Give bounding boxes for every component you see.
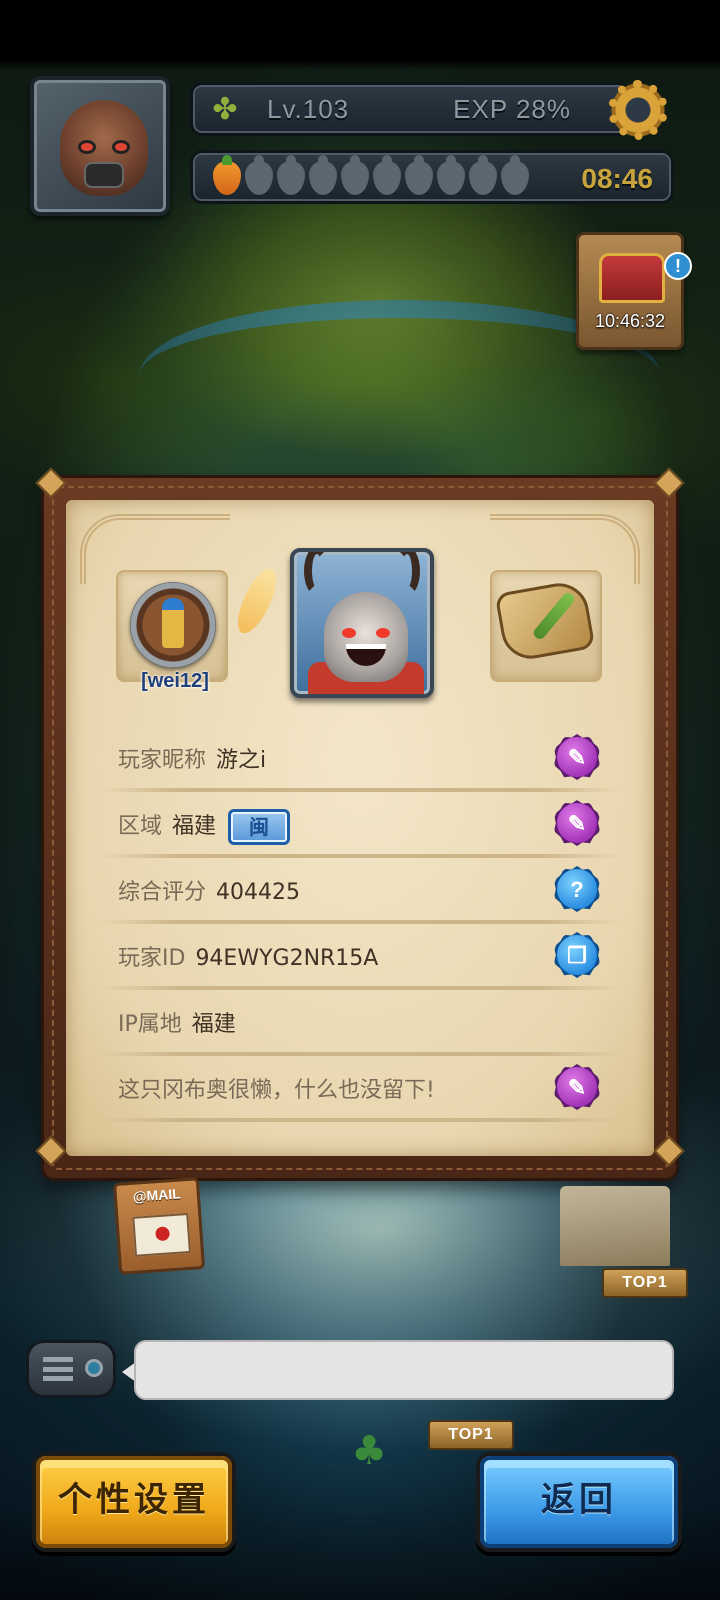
- copy-icon[interactable]: ❐: [554, 932, 600, 978]
- carrot-empty-icon: [437, 155, 465, 195]
- energy-timer: 08:46: [581, 163, 653, 194]
- ip-location-value: 福建: [191, 1012, 236, 1037]
- chat-message-box[interactable]: [134, 1340, 674, 1400]
- score-row: 综合评分 404425 ?: [100, 856, 620, 924]
- mail-label: @MAIL: [132, 1185, 182, 1205]
- help-icon[interactable]: ?: [554, 866, 600, 912]
- energy-bar: 08:46: [190, 150, 674, 204]
- avatar-eye: [78, 140, 96, 154]
- beach-hut[interactable]: [560, 1186, 670, 1266]
- ip-location-text: IP属地 福建: [118, 1006, 236, 1038]
- avatar-face-icon: [60, 100, 148, 196]
- nickname-value: 游之i: [216, 748, 267, 773]
- level-text: Lv.103: [267, 94, 350, 124]
- edit-region-icon[interactable]: ✎: [554, 800, 600, 846]
- ip-location-row: IP属地 福建: [100, 988, 620, 1056]
- region-row: 区域 福建闽 ✎: [100, 790, 620, 858]
- carrot-empty-icon: [501, 155, 529, 195]
- carrot-empty-icon: [469, 155, 497, 195]
- region-text: 区域 福建闽: [118, 808, 291, 845]
- hero-eye: [342, 628, 356, 638]
- edit-signature-icon[interactable]: ✎: [554, 1064, 600, 1110]
- carrot-empty-icon: [277, 155, 305, 195]
- carrot-empty-icon: [309, 155, 337, 195]
- menu-lines-icon: [43, 1357, 73, 1381]
- guild-tag: [wei12]: [141, 670, 209, 692]
- carrot-full-icon: [213, 155, 241, 195]
- score-text: 综合评分 404425: [118, 874, 300, 906]
- clover-icon: ✤: [212, 92, 238, 127]
- nickname-text: 玩家昵称 游之i: [118, 742, 266, 774]
- palm-tree-icon: ♣: [351, 1428, 387, 1474]
- carrot-energy-list: [213, 155, 529, 195]
- signature-text: 这只冈布奥很懒，什么也没留下!: [118, 1078, 435, 1103]
- player-id-text: 玩家ID 94EWYG2NR15A: [118, 940, 378, 972]
- hero-portrait[interactable]: [290, 548, 434, 698]
- region-badge: 闽: [228, 808, 291, 845]
- carrot-empty-icon: [245, 155, 273, 195]
- exp-text: EXP 28%: [453, 94, 571, 124]
- region-value: 福建: [172, 814, 217, 839]
- gas-mask-icon: [84, 162, 124, 188]
- nickname-label: 玩家昵称: [118, 748, 207, 773]
- top-rank-sign[interactable]: TOP1: [602, 1268, 688, 1298]
- hero-mouth: [346, 644, 386, 666]
- ip-location-label: IP属地: [118, 1012, 182, 1037]
- player-id-value: 94EWYG2NR15A: [195, 946, 379, 971]
- notification-badge: !: [664, 252, 692, 280]
- player-id-row: 玩家ID 94EWYG2NR15A ❐: [100, 922, 620, 990]
- trophy-icon: [162, 598, 184, 648]
- signature-row: 这只冈布奥很懒，什么也没留下! ✎: [100, 1054, 620, 1122]
- chat-menu-button[interactable]: [26, 1340, 116, 1398]
- carrot-empty-icon: [341, 155, 369, 195]
- personal-settings-button[interactable]: 个性设置: [32, 1452, 236, 1552]
- carrot-empty-icon: [373, 155, 401, 195]
- avatar-eye: [112, 140, 130, 154]
- region-label: 区域: [118, 814, 163, 839]
- player-id-label: 玩家ID: [118, 946, 186, 971]
- chest-icon: [599, 253, 665, 303]
- level-bar: ✤ Lv.103 EXP 28%: [190, 82, 630, 136]
- top-rank-sign[interactable]: TOP1: [428, 1420, 514, 1450]
- score-label: 综合评分: [118, 880, 207, 905]
- nickname-row: 玩家昵称 游之i ✎: [100, 724, 620, 792]
- horn-icon: [304, 552, 330, 596]
- chat-dot-icon: [85, 1359, 103, 1377]
- settings-gear-icon[interactable]: [606, 78, 670, 142]
- carrot-empty-icon: [405, 155, 433, 195]
- hero-eye: [376, 628, 390, 638]
- back-button[interactable]: 返回: [476, 1452, 682, 1552]
- score-value: 404425: [216, 880, 300, 905]
- viking-helmet-icon: [324, 592, 408, 682]
- player-avatar[interactable]: [30, 76, 170, 216]
- horn-icon: [394, 552, 420, 596]
- chest-timer: 10:46:32: [594, 311, 666, 331]
- signature-text-wrap: 这只冈布奥很懒，什么也没留下!: [118, 1072, 435, 1104]
- treasure-chest-event[interactable]: 10:46:32: [576, 232, 684, 350]
- mail-board[interactable]: @MAIL: [112, 1177, 206, 1275]
- edit-nickname-icon[interactable]: ✎: [554, 734, 600, 780]
